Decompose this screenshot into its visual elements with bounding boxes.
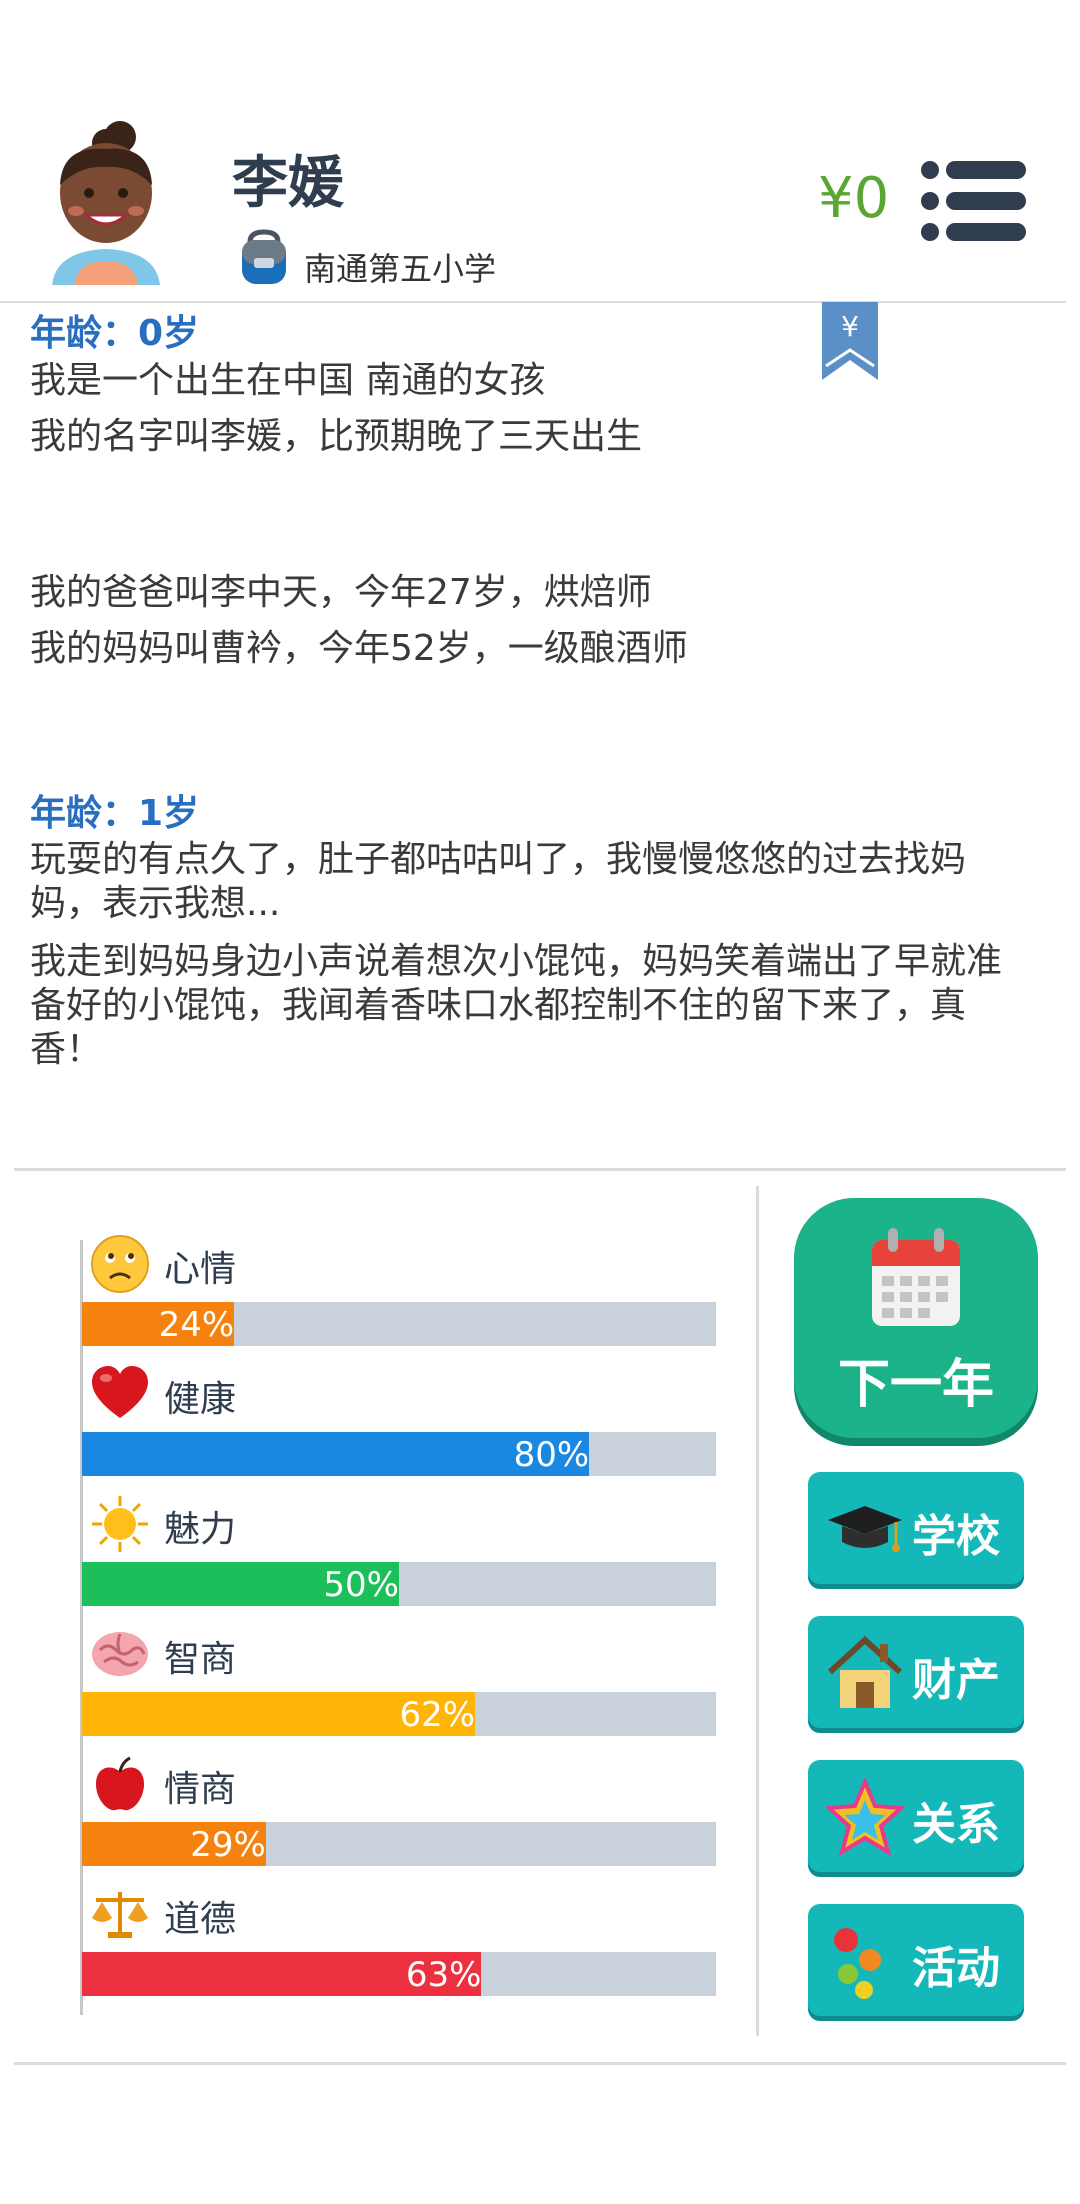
next-year-label: 下一年 bbox=[837, 1355, 994, 1415]
story-line: 我走到妈妈身边小声说着想次小馄饨，妈妈笑着端出了早就准备好的小馄饨，我闻着香味口… bbox=[30, 941, 1003, 1070]
eq-bar: 29% bbox=[82, 1822, 716, 1866]
star-icon bbox=[826, 1778, 904, 1856]
stat-label-iq: 智商 bbox=[164, 1639, 237, 1680]
mood-bar: 24% bbox=[82, 1302, 716, 1346]
brain-icon bbox=[92, 1632, 148, 1676]
stat-label-charm: 魅力 bbox=[164, 1509, 237, 1550]
next-year-button[interactable]: 下一年 bbox=[794, 1198, 1038, 1438]
profile-header: 李媛 南通第五小学 ¥0 bbox=[0, 0, 1080, 302]
apple-icon bbox=[96, 1756, 144, 1811]
stat-label-health: 健康 bbox=[164, 1379, 237, 1420]
house-icon bbox=[827, 1635, 903, 1708]
age-heading: 年龄：0岁 bbox=[30, 313, 200, 354]
health-bar: 80% bbox=[82, 1432, 716, 1476]
property-button-label: 财产 bbox=[912, 1655, 1000, 1706]
mood-value: 24% bbox=[158, 1305, 235, 1345]
mood-bar-fill: 24% bbox=[82, 1302, 235, 1346]
svg-text:¥: ¥ bbox=[841, 310, 859, 343]
school-button-label: 学校 bbox=[912, 1511, 1000, 1562]
story-line: 我的爸爸叫李中天，今年27岁，烘焙师 bbox=[30, 572, 652, 613]
story-line: 我的名字叫李媛，比预期晚了三天出生 bbox=[30, 416, 643, 457]
relations-button[interactable]: 关系 bbox=[808, 1760, 1024, 1872]
money-balance: ¥0 bbox=[818, 166, 890, 231]
story-line: 我的妈妈叫曹衿，今年52岁，一级酿酒师 bbox=[30, 628, 688, 669]
charm-bar-fill: 50% bbox=[82, 1562, 399, 1606]
charm-value: 50% bbox=[323, 1565, 399, 1605]
iq-value: 62% bbox=[399, 1695, 476, 1735]
vertical-divider bbox=[756, 1186, 759, 2036]
school-name: 南通第五小学 bbox=[304, 250, 497, 288]
charm-bar: 50% bbox=[82, 1562, 716, 1606]
stat-label-morality: 道德 bbox=[164, 1899, 237, 1940]
activities-button-label: 活动 bbox=[912, 1943, 1000, 1994]
menu-list-icon[interactable] bbox=[920, 160, 1026, 242]
iq-bar: 62% bbox=[82, 1692, 716, 1736]
graduation-cap-icon bbox=[828, 1506, 902, 1552]
relations-button-label: 关系 bbox=[912, 1799, 1000, 1850]
age-heading: 年龄：1岁 bbox=[30, 793, 200, 834]
eq-value: 29% bbox=[190, 1825, 266, 1865]
section-divider bbox=[14, 1168, 1066, 1171]
avatar[interactable] bbox=[42, 115, 172, 285]
sun-icon bbox=[92, 1496, 148, 1552]
header-divider bbox=[0, 301, 1066, 303]
bottom-divider bbox=[14, 2062, 1066, 2065]
calendar-icon bbox=[872, 1228, 960, 1326]
health-bar-fill: 80% bbox=[82, 1432, 590, 1476]
school-button[interactable]: 学校 bbox=[808, 1472, 1024, 1584]
activities-button[interactable]: 活动 bbox=[808, 1904, 1024, 2016]
story-line: 玩耍的有点久了，肚子都咕咕叫了，我慢慢悠悠的过去找妈妈，表示我想... bbox=[30, 839, 967, 924]
iq-bar-fill: 62% bbox=[82, 1692, 476, 1736]
stat-label-eq: 情商 bbox=[164, 1769, 237, 1810]
morality-bar: 63% bbox=[82, 1952, 716, 1996]
backpack-icon bbox=[242, 229, 286, 284]
activities-icon bbox=[834, 1928, 881, 1999]
morality-value: 63% bbox=[405, 1955, 482, 1995]
health-value: 80% bbox=[513, 1435, 590, 1475]
story-line: 我是一个出生在中国 南通的女孩 bbox=[30, 360, 546, 401]
stats-axis bbox=[80, 1240, 83, 2015]
scales-icon bbox=[92, 1892, 148, 1938]
eq-bar-fill: 29% bbox=[82, 1822, 266, 1866]
heart-icon bbox=[92, 1366, 148, 1418]
stat-label-mood: 心情 bbox=[164, 1249, 237, 1290]
morality-bar-fill: 63% bbox=[82, 1952, 482, 1996]
player-name: 李媛 bbox=[232, 151, 344, 216]
sad-face-icon bbox=[91, 1235, 149, 1293]
property-button[interactable]: 财产 bbox=[808, 1616, 1024, 1728]
